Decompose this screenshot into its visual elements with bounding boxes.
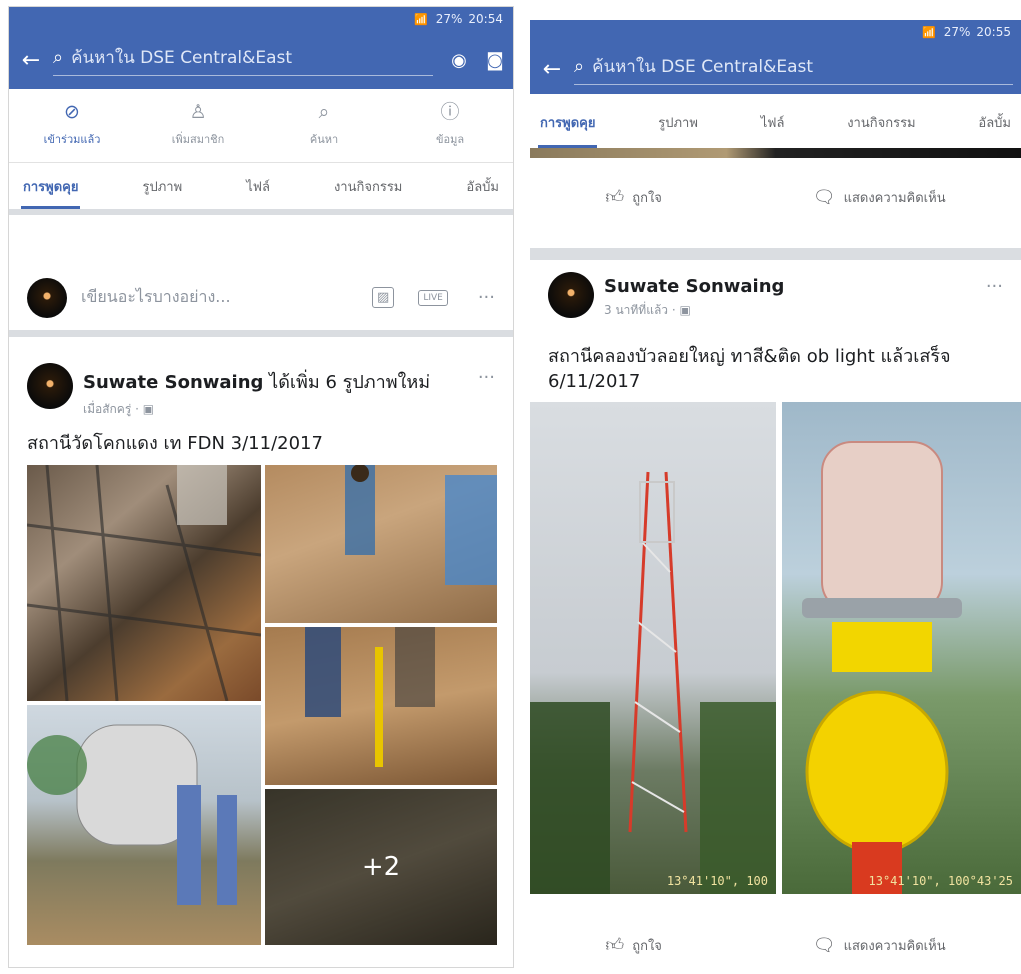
clock: 20:55 <box>976 25 1011 39</box>
info-button[interactable]: ⓘ ข้อมูล <box>387 89 513 162</box>
photo-coordinates: 13°41'10", 100 <box>666 874 768 888</box>
like-button[interactable]: 👍︎ ถูกใจ <box>605 186 662 208</box>
like-label: ถูกใจ <box>632 190 662 206</box>
rebar-photo-art <box>27 465 261 701</box>
photo-icon[interactable]: ▨ <box>372 287 395 308</box>
previous-post-photo-edge <box>530 148 1021 158</box>
signal-icons: 📶 <box>414 12 430 26</box>
signal-icons: 📶 <box>922 25 938 39</box>
post-photo[interactable] <box>27 465 261 701</box>
post-time: เมื่อสักครู่ · ▣ <box>83 402 155 416</box>
tab-discussion[interactable]: การพูดคุย <box>537 96 598 148</box>
more-icon[interactable]: ··· <box>986 272 1003 297</box>
tab-events[interactable]: งานกิจกรรม <box>334 163 402 209</box>
location-pin-icon[interactable]: ◉ <box>441 50 477 71</box>
thumbs-up-icon: 👍︎ <box>605 187 625 208</box>
comment-icon: 🗨︎ <box>812 934 836 956</box>
search-icon: ⌕ <box>318 101 330 123</box>
avatar <box>27 277 67 318</box>
app-bar: ← ⌕ ค้นหาใน DSE Central&East ◉ ◙ <box>9 31 513 89</box>
comment-button[interactable]: 🗨︎ แสดงความคิดเห็น <box>813 187 946 208</box>
reaction-bar: 👍︎ ถูกใจ 🗨︎ แสดงความคิดเห็น <box>530 916 1021 968</box>
post-action: ได้เพิ่ม 6 รูปภาพใหม่ <box>269 372 431 393</box>
like-button[interactable]: 👍︎ ถูกใจ <box>605 934 662 956</box>
left-phone-screen: 📶 27% 20:54 ← ⌕ ค้นหาใน DSE Central&East… <box>8 6 514 968</box>
camera-icon[interactable]: ◙ <box>477 50 513 71</box>
battery-label: 27% <box>435 12 463 26</box>
post-header: Suwate Sonwaing 3 นาทีที่แล้ว · ▣ ··· <box>530 272 1021 320</box>
more-photos-count[interactable]: +2 <box>265 789 497 945</box>
post-photo[interactable] <box>265 465 497 623</box>
tab-files[interactable]: ไฟล์ <box>761 96 785 148</box>
tab-albums[interactable]: อัลบั้ม <box>466 163 499 209</box>
info-icon: ⓘ <box>440 101 460 123</box>
search-input[interactable]: ⌕ ค้นหาใน DSE Central&East <box>53 44 433 76</box>
post-text: สถานีวัดโคกแดง เท FDN 3/11/2017 <box>27 433 323 454</box>
comment-button[interactable]: 🗨︎ แสดงความคิดเห็น <box>813 935 946 956</box>
clock: 20:54 <box>468 12 503 26</box>
status-bar: 📶 27% 20:54 <box>9 7 513 31</box>
more-icon[interactable]: ··· <box>478 363 495 388</box>
tab-albums[interactable]: อัลบั้ม <box>978 96 1011 148</box>
composer-placeholder[interactable]: เขียนอะไรบางอย่าง... <box>81 285 348 310</box>
group-action-bar: ⊘ เข้าร่วมแล้ว ♙ เพิ่มสมาชิก ⌕ ค้นหา ⓘ ข… <box>9 89 513 163</box>
joined-button[interactable]: ⊘ เข้าร่วมแล้ว <box>9 89 135 162</box>
check-circle-icon: ⊘ <box>64 101 80 123</box>
avatar[interactable] <box>27 363 73 409</box>
search-input[interactable]: ⌕ ค้นหาใน DSE Central&East <box>574 53 1013 85</box>
tab-files[interactable]: ไฟล์ <box>246 163 270 209</box>
post-header: Suwate Sonwaing ได้เพิ่ม 6 รูปภาพใหม่ เม… <box>9 363 513 419</box>
tab-events[interactable]: งานกิจกรรม <box>847 96 915 148</box>
search-icon: ⌕ <box>574 56 585 77</box>
search-button[interactable]: ⌕ ค้นหา <box>261 89 387 162</box>
post-photo[interactable] <box>265 627 497 785</box>
live-icon[interactable]: LIVE <box>418 289 448 306</box>
group-tabs: การพูดคุย รูปภาพ ไฟล์ งานกิจกรรม อัลบั้ม <box>530 96 1021 148</box>
post-photo[interactable]: 13°41'10", 100 <box>530 402 776 894</box>
photo-coordinates: 13°41'10", 100°43'25 <box>868 874 1014 888</box>
tab-discussion[interactable]: การพูดคุย <box>20 163 81 209</box>
comment-label: แสดงความคิดเห็น <box>843 938 946 954</box>
post-time: 3 นาทีที่แล้ว · ▣ <box>604 303 691 317</box>
right-phone-screen: 📶 27% 20:55 ← ⌕ ค้นหาใน DSE Central&East… <box>530 6 1021 968</box>
add-member-label: เพิ่มสมาชิก <box>171 133 225 146</box>
like-label: ถูกใจ <box>632 938 662 954</box>
feed-divider <box>530 248 1021 260</box>
search-placeholder: ค้นหาใน DSE Central&East <box>71 48 293 68</box>
legs-photo-art <box>305 627 435 767</box>
more-icon[interactable]: ··· <box>478 287 495 308</box>
obstruction-light-photo-art <box>802 441 962 894</box>
search-icon: ⌕ <box>53 47 64 68</box>
post-author[interactable]: Suwate Sonwaing <box>604 276 784 297</box>
joined-label: เข้าร่วมแล้ว <box>43 133 101 146</box>
post-text: สถานีคลองบัวลอยใหญ่ ทาสี&ติด ob light แล… <box>548 346 951 392</box>
status-bar: 📶 27% 20:55 <box>530 20 1021 44</box>
tab-photos[interactable]: รูปภาพ <box>143 163 183 209</box>
workers-photo-art <box>345 465 497 585</box>
add-person-icon: ♙ <box>189 101 207 123</box>
info-label: ข้อมูล <box>435 133 465 146</box>
battery-label: 27% <box>943 25 971 39</box>
comment-icon: 🗨︎ <box>812 186 836 208</box>
app-bar: ← ⌕ ค้นหาใน DSE Central&East <box>530 44 1021 94</box>
post-author[interactable]: Suwate Sonwaing <box>83 372 263 393</box>
tab-photos[interactable]: รูปภาพ <box>658 96 698 148</box>
back-arrow-icon[interactable]: ← <box>9 48 53 73</box>
post-composer[interactable]: เขียนอะไรบางอย่าง... ▨ LIVE ··· <box>9 265 513 337</box>
thumbs-up-icon: 👍︎ <box>605 935 625 956</box>
search-placeholder: ค้นหาใน DSE Central&East <box>592 57 814 77</box>
tower-photo-art <box>530 471 776 894</box>
search-label: ค้นหา <box>309 133 339 146</box>
comment-label: แสดงความคิดเห็น <box>843 190 946 206</box>
group-tabs: การพูดคุย รูปภาพ ไฟล์ งานกิจกรรม อัลบั้ม <box>9 163 513 215</box>
post-photo[interactable] <box>27 705 261 945</box>
add-member-button[interactable]: ♙ เพิ่มสมาชิก <box>135 89 261 162</box>
post-photo[interactable]: 13°41'10", 100°43'25 <box>782 402 1021 894</box>
reaction-bar: 👍︎ ถูกใจ 🗨︎ แสดงความคิดเห็น <box>530 168 1021 226</box>
post-photo[interactable]: +2 <box>265 789 497 945</box>
mixer-truck-photo-art <box>27 724 237 905</box>
avatar[interactable] <box>548 272 594 318</box>
back-arrow-icon[interactable]: ← <box>530 57 574 82</box>
